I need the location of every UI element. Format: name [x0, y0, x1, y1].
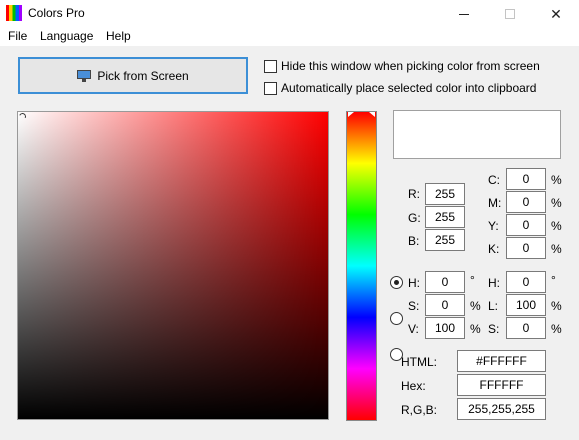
hsl-h-label: H: [488, 276, 500, 290]
hsl-h-unit: ° [551, 273, 556, 287]
hsv-h-unit: ° [470, 273, 475, 287]
y-unit: % [551, 219, 562, 233]
hsl-h-input[interactable]: 0 [506, 271, 546, 293]
hsl-s-unit: % [551, 322, 562, 336]
hsl-s-input[interactable]: 0 [506, 317, 546, 339]
maximize-icon [505, 9, 515, 19]
hsv-v-input[interactable]: 100 [425, 317, 465, 339]
menu-help[interactable]: Help [106, 29, 131, 43]
window-title: Colors Pro [28, 6, 85, 20]
rgb-code-label: R,G,B: [401, 403, 438, 417]
hsv-s-unit: % [470, 299, 481, 313]
g-label: G: [408, 211, 421, 225]
hide-window-label: Hide this window when picking color from… [281, 59, 540, 73]
hsv-v-label: V: [408, 322, 419, 336]
hsl-l-label: L: [488, 299, 499, 313]
minimize-button[interactable] [441, 0, 487, 28]
html-code-input[interactable]: #FFFFFF [457, 350, 546, 372]
m-input[interactable]: 0 [506, 191, 546, 213]
hsv-h-radio[interactable] [390, 276, 403, 289]
hsv-s-input[interactable]: 0 [425, 294, 465, 316]
m-label: M: [488, 196, 502, 210]
k-input[interactable]: 0 [506, 237, 546, 259]
k-unit: % [551, 242, 562, 256]
hex-code-input[interactable]: FFFFFF [457, 374, 546, 396]
k-label: K: [488, 242, 500, 256]
hsv-h-label: H: [408, 276, 420, 290]
pick-from-screen-button[interactable]: Pick from Screen [18, 57, 248, 94]
color-preview [393, 110, 561, 159]
hsl-s-label: S: [488, 322, 500, 336]
monitor-icon [77, 69, 92, 82]
minimize-icon [459, 13, 469, 15]
r-input[interactable]: 255 [425, 183, 465, 205]
close-button[interactable]: ✕ [533, 0, 579, 28]
c-input[interactable]: 0 [506, 168, 546, 190]
b-input[interactable]: 255 [425, 229, 465, 251]
menu-file[interactable]: File [8, 29, 27, 43]
hide-window-checkbox[interactable] [264, 59, 277, 73]
clipboard-option[interactable]: Automatically place selected color into … [264, 81, 536, 95]
m-unit: % [551, 196, 562, 210]
hsl-l-unit: % [551, 299, 562, 313]
hsv-v-unit: % [470, 322, 481, 336]
r-label: R: [408, 187, 420, 201]
hsv-s-label: S: [408, 299, 420, 313]
app-icon [6, 5, 22, 21]
clipboard-checkbox[interactable] [264, 81, 277, 95]
g-input[interactable]: 255 [425, 206, 465, 228]
b-label: B: [408, 234, 420, 248]
hsv-h-input[interactable]: 0 [425, 271, 465, 293]
clipboard-label: Automatically place selected color into … [281, 81, 537, 95]
c-unit: % [551, 173, 562, 187]
title-bar: Colors Pro ✕ [0, 0, 579, 28]
menu-bar: File Language Help [0, 28, 579, 46]
hue-slider[interactable] [346, 111, 377, 421]
y-label: Y: [488, 219, 499, 233]
hide-window-option[interactable]: Hide this window when picking color from… [264, 59, 540, 73]
y-input[interactable]: 0 [506, 214, 546, 236]
picker-cursor[interactable] [18, 112, 27, 121]
rgb-code-input[interactable]: 255,255,255 [457, 398, 546, 420]
menu-language[interactable]: Language [40, 29, 93, 43]
close-icon: ✕ [550, 5, 562, 22]
hsv-s-radio[interactable] [390, 312, 403, 325]
c-label: C: [488, 173, 500, 187]
hsl-l-input[interactable]: 100 [506, 294, 546, 316]
maximize-button[interactable] [487, 0, 533, 28]
pick-button-label: Pick from Screen [97, 68, 189, 83]
html-label: HTML: [401, 355, 437, 369]
saturation-value-picker[interactable] [17, 111, 329, 420]
hue-slider-handle[interactable] [347, 112, 376, 119]
hex-label: Hex: [401, 379, 426, 393]
